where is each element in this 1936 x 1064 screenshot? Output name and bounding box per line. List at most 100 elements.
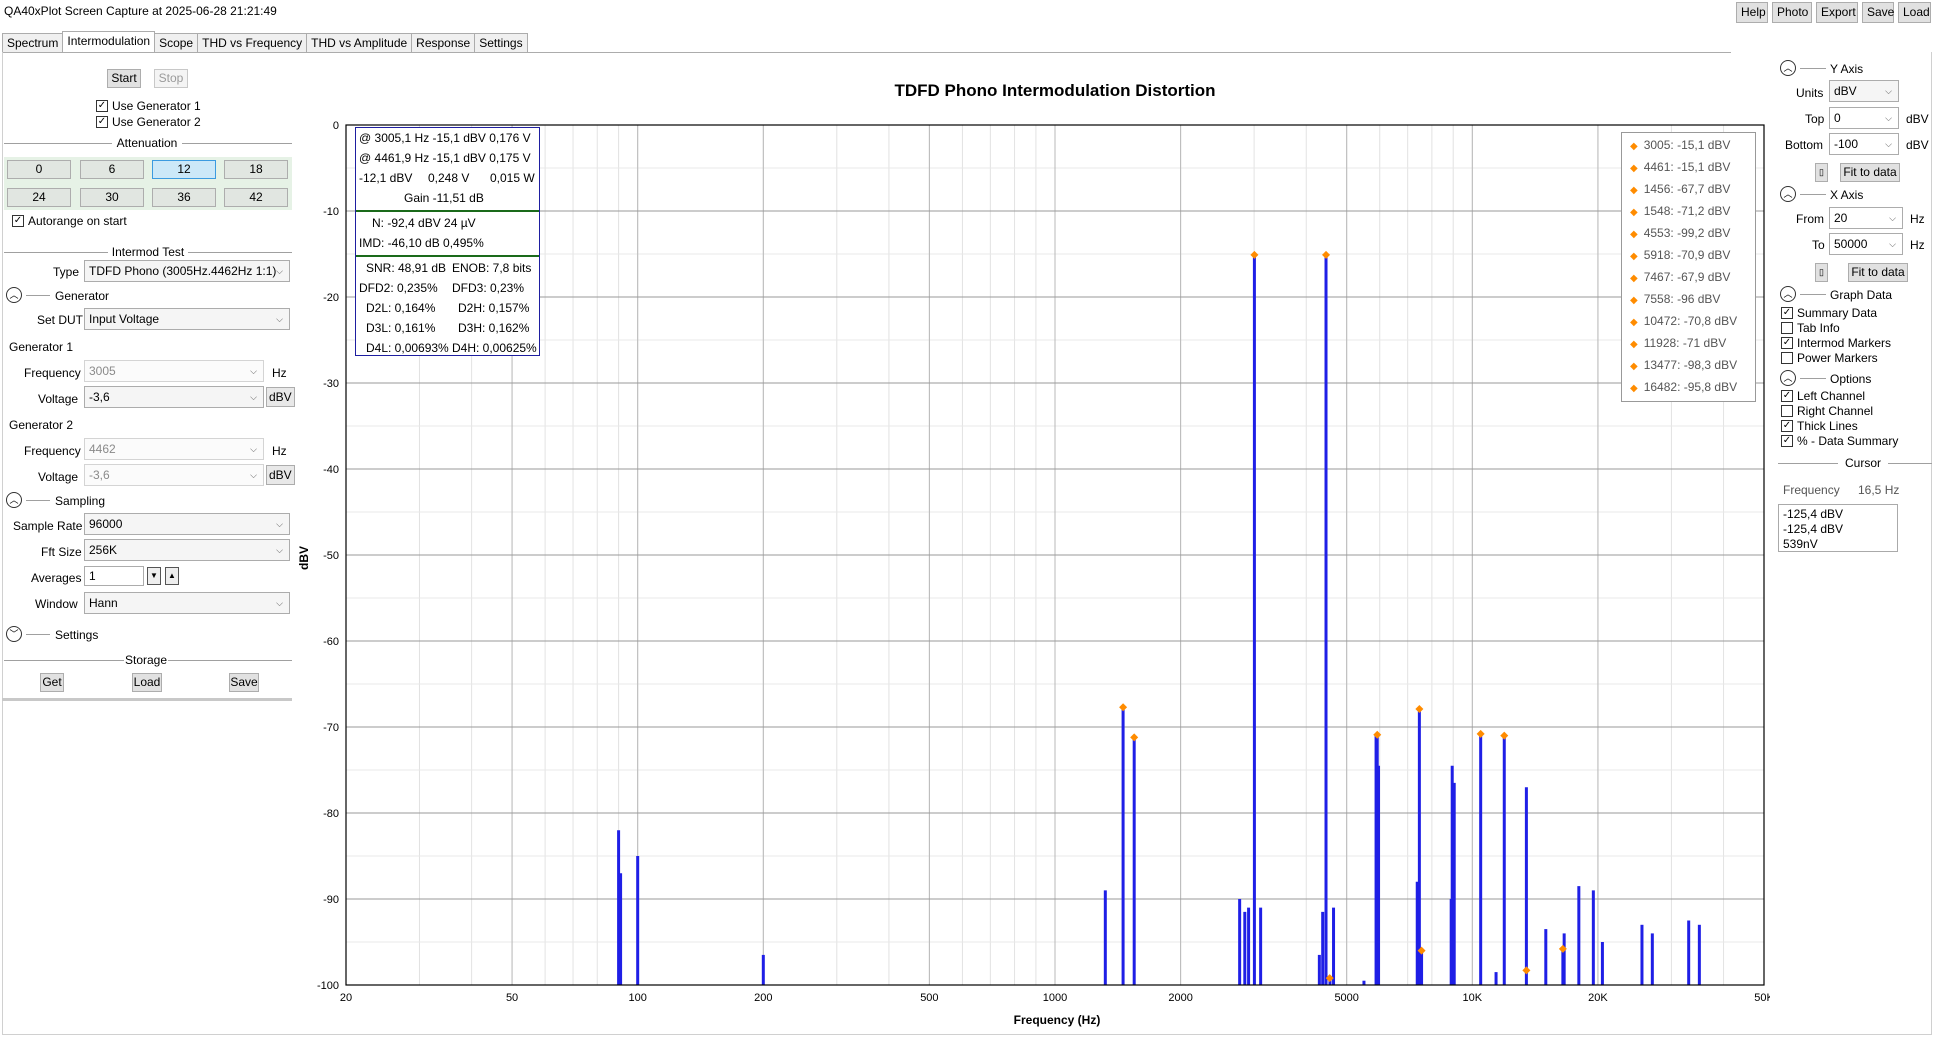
attenuation-36-button[interactable]: 36 [152, 188, 216, 207]
checkbox-box[interactable]: ✓ [96, 116, 108, 128]
tab-info-checkbox[interactable]: Tab Info [1781, 321, 1840, 335]
chevron-down-icon: ⌵ [1889, 213, 1896, 223]
increment-icon[interactable]: ▲ [165, 567, 179, 585]
attenuation-42-button[interactable]: 42 [224, 188, 288, 207]
lock-y-icon[interactable]: ▯ [1815, 163, 1828, 182]
attenuation-18-button[interactable]: 18 [224, 160, 288, 179]
gen2-voltage-label: Voltage [38, 470, 79, 484]
gen1-frequency-input[interactable]: 3005 ⌵ [84, 360, 264, 382]
checkbox-box[interactable]: ✓ [12, 215, 24, 227]
attenuation-24-button[interactable]: 24 [7, 188, 71, 207]
checkbox-box[interactable]: ✓ [1781, 390, 1793, 402]
right-channel-checkbox[interactable]: Right Channel [1781, 404, 1873, 418]
checkbox-box[interactable] [1781, 352, 1793, 364]
fft-size-select[interactable]: 256K ⌵ [84, 539, 290, 561]
percent-data-summary-checkbox[interactable]: ✓ % - Data Summary [1781, 434, 1898, 448]
photo-button[interactable]: Photo [1772, 2, 1812, 23]
start-button[interactable]: Start [107, 69, 141, 88]
tab-thd-vs-frequency[interactable]: THD vs Frequency [197, 33, 308, 53]
checkbox-box[interactable]: ✓ [1781, 435, 1793, 447]
checkbox-box[interactable]: ✓ [1781, 420, 1793, 432]
summary-d4h: D4H: 0,00625% [452, 341, 537, 355]
panel-splitter[interactable] [2, 698, 292, 701]
legend-text: 5918: -70,9 dBV [1643, 248, 1731, 262]
averages-input[interactable]: 1 [84, 566, 144, 586]
right-channel-label: Right Channel [1797, 404, 1874, 418]
collapse-x-axis-icon[interactable]: ︿ [1780, 186, 1796, 202]
gen1-voltage-input[interactable]: -3,6 ⌵ [84, 386, 264, 408]
legend-item: ◆ 4461: -15,1 dBV [1630, 160, 1730, 174]
tab-intermodulation[interactable]: Intermodulation [62, 31, 156, 53]
save-window-button[interactable]: Save [1862, 2, 1894, 23]
save-button[interactable]: Save [229, 673, 259, 692]
tab-thd-vs-amplitude[interactable]: THD vs Amplitude [306, 33, 413, 53]
top-input[interactable]: 0 ⌵ [1829, 107, 1899, 129]
export-button[interactable]: Export [1816, 2, 1858, 23]
sample-rate-select[interactable]: 96000 ⌵ [84, 513, 290, 535]
lock-x-icon[interactable]: ▯ [1815, 263, 1828, 282]
use-generator-2-checkbox[interactable]: ✓ Use Generator 2 [96, 115, 201, 129]
left-channel-checkbox[interactable]: ✓ Left Channel [1781, 389, 1865, 403]
checkbox-box[interactable]: ✓ [1781, 337, 1793, 349]
chevron-down-icon: ⌵ [1889, 239, 1896, 249]
to-input[interactable]: 50000 ⌵ [1829, 233, 1903, 255]
get-button[interactable]: Get [40, 673, 64, 692]
from-input[interactable]: 20 ⌵ [1829, 207, 1903, 229]
bottom-input[interactable]: -100 ⌵ [1829, 133, 1899, 155]
fft-size-label: Fft Size [41, 545, 82, 559]
stop-button[interactable]: Stop [154, 69, 188, 88]
units-select[interactable]: dBV ⌵ [1829, 80, 1899, 102]
autorange-checkbox[interactable]: ✓ Autorange on start [12, 214, 127, 228]
summary-separator [356, 255, 539, 257]
attenuation-12-button[interactable]: 12 [152, 160, 216, 179]
set-dut-select[interactable]: Input Voltage ⌵ [84, 308, 290, 330]
diamond-marker-icon: ◆ [1630, 163, 1638, 174]
checkbox-box[interactable] [1781, 322, 1793, 334]
legend-text: 10472: -70,8 dBV [1643, 314, 1738, 328]
top-label: Top [1805, 112, 1825, 126]
help-button[interactable]: Help [1736, 2, 1768, 23]
tab-settings[interactable]: Settings [474, 33, 528, 53]
gen2-frequency-input[interactable]: 4462 ⌵ [84, 438, 264, 460]
load-window-button[interactable]: Load [1898, 2, 1931, 23]
type-select[interactable]: TDFD Phono (3005Hz.4462Hz 1:1) ⌵ [84, 260, 290, 282]
decrement-icon[interactable]: ▼ [147, 567, 161, 585]
checkbox-box[interactable]: ✓ [1781, 307, 1793, 319]
tab-strip: Spectrum Intermodulation Scope THD vs Fr… [2, 31, 528, 53]
load-button[interactable]: Load [132, 673, 162, 692]
collapse-y-axis-icon[interactable]: ︿ [1780, 60, 1796, 76]
tab-spectrum[interactable]: Spectrum [2, 33, 64, 53]
generator-2-title: Generator 2 [9, 418, 74, 432]
thick-lines-checkbox[interactable]: ✓ Thick Lines [1781, 419, 1858, 433]
collapse-sampling-icon[interactable]: ︿ [6, 492, 22, 508]
intermod-marker [1415, 704, 1424, 713]
intermod-markers-checkbox[interactable]: ✓ Intermod Markers [1781, 336, 1891, 350]
attenuation-30-button[interactable]: 30 [80, 188, 144, 207]
fit-x-to-data-button[interactable]: Fit to data [1848, 263, 1908, 282]
tab-scope[interactable]: Scope [154, 33, 199, 53]
spectrum-series [617, 254, 1701, 985]
tab-response[interactable]: Response [411, 33, 476, 53]
legend-item: ◆ 13477: -98,3 dBV [1630, 358, 1737, 372]
chevron-down-icon: ⌵ [1885, 86, 1892, 96]
units-label: Units [1796, 86, 1824, 100]
collapse-options-icon[interactable]: ︿ [1780, 370, 1796, 386]
chevron-down-icon: ⌵ [250, 392, 257, 402]
power-markers-checkbox[interactable]: Power Markers [1781, 351, 1878, 365]
fit-y-to-data-button[interactable]: Fit to data [1840, 163, 1900, 182]
divider [182, 143, 292, 144]
expand-settings-icon[interactable]: ﹀ [6, 626, 22, 642]
marker-legend: ◆ 3005: -15,1 dBV ◆ 4461: -15,1 dBV ◆ 1456:… [1621, 132, 1756, 402]
collapse-generator-icon[interactable]: ︿ [6, 287, 22, 303]
checkbox-box[interactable] [1781, 405, 1793, 417]
gen2-voltage-input[interactable]: -3,6 ⌵ [84, 464, 264, 486]
attenuation-0-button[interactable]: 0 [7, 160, 71, 179]
window-select[interactable]: Hann ⌵ [84, 592, 290, 614]
summary-gain: Gain -11,51 dB [404, 191, 484, 205]
attenuation-6-button[interactable]: 6 [80, 160, 144, 179]
summary-data-checkbox[interactable]: ✓ Summary Data [1781, 306, 1877, 320]
use-generator-1-checkbox[interactable]: ✓ Use Generator 1 [96, 99, 201, 113]
checkbox-box[interactable]: ✓ [96, 100, 108, 112]
collapse-graph-data-icon[interactable]: ︿ [1780, 286, 1796, 302]
intermod-marker [1500, 731, 1509, 740]
